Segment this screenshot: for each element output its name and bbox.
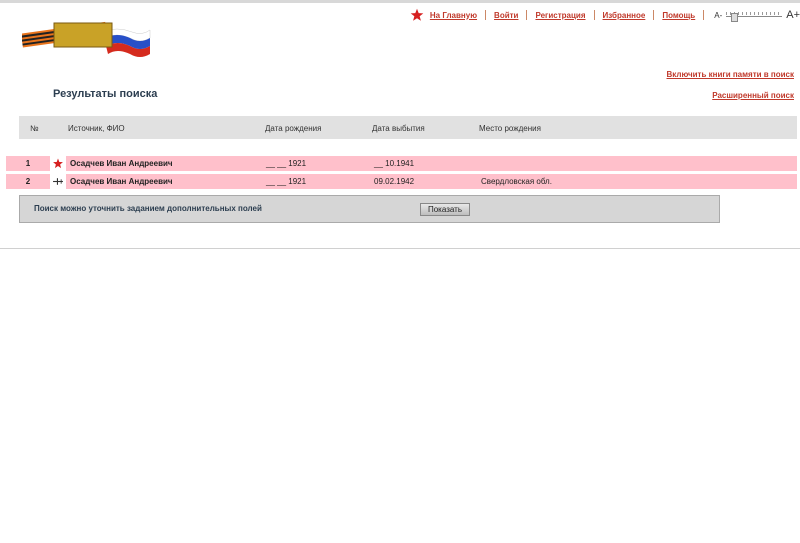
top-border: [0, 0, 800, 3]
row-birth-date: __ __ 1921: [266, 159, 307, 168]
row-birth-date: __ __ 1921: [266, 177, 307, 186]
nav-login-link[interactable]: Войти: [494, 11, 518, 20]
column-birthplace[interactable]: Место рождения: [479, 124, 541, 133]
table-row[interactable]: 2 Осадчев Иван Андреевич __ __ 1921 09.0…: [6, 174, 797, 189]
advanced-search-link[interactable]: Расширенный поиск: [712, 91, 794, 100]
column-number: №: [30, 124, 39, 133]
font-decrease-button[interactable]: A-: [714, 11, 722, 20]
nav-favorites-link[interactable]: Избранное: [603, 11, 646, 20]
nav-home-link[interactable]: На Главную: [430, 11, 477, 20]
nav-separator: [593, 10, 595, 20]
nav-separator: [485, 10, 487, 20]
column-departure-date[interactable]: Дата выбытия: [372, 124, 425, 133]
results-table-header: № Источник, ФИО Дата рождения Дата выбыт…: [19, 116, 797, 139]
nav-help-link[interactable]: Помощь: [662, 11, 695, 20]
nav-separator: [526, 10, 528, 20]
nav-separator: [653, 10, 655, 20]
memorial-logo[interactable]: [20, 18, 152, 58]
font-size-slider[interactable]: [726, 10, 783, 22]
aircraft-icon: [53, 178, 63, 185]
font-size-slider-thumb[interactable]: [731, 13, 739, 22]
refine-search-message: Поиск можно уточнить заданием дополнител…: [34, 204, 262, 213]
top-navigation: На Главную Войти Регистрация Избранное П…: [410, 7, 800, 23]
nav-register-link[interactable]: Регистрация: [535, 11, 585, 20]
nav-separator: [703, 10, 705, 20]
font-increase-button[interactable]: A+: [786, 9, 800, 21]
font-size-control: A- A+: [714, 9, 800, 22]
show-button[interactable]: Показать: [420, 203, 470, 216]
row-name-link[interactable]: Осадчев Иван Андреевич: [70, 159, 173, 168]
row-number: 2: [25, 177, 31, 186]
row-birthplace: Свердловская обл.: [481, 177, 552, 186]
footer-divider: [0, 248, 800, 249]
row-departure-date: 09.02.1942: [374, 177, 415, 186]
table-row[interactable]: 1 Осадчев Иван Андреевич __ __ 1921 __ 1…: [6, 156, 797, 171]
column-source[interactable]: Источник, ФИО: [68, 124, 125, 133]
row-departure-date: __ 10.1941: [374, 159, 415, 168]
red-star-icon: [410, 8, 424, 21]
column-birth-date[interactable]: Дата рождения: [265, 124, 321, 133]
include-memory-books-link[interactable]: Включить книги памяти в поиск: [667, 70, 795, 79]
page-title: Результаты поиска: [53, 88, 158, 100]
row-number: 1: [25, 159, 31, 168]
row-name-link[interactable]: Осадчев Иван Андреевич: [70, 177, 173, 186]
refine-search-panel: Поиск можно уточнить заданием дополнител…: [19, 195, 720, 223]
star-icon: [53, 158, 63, 169]
